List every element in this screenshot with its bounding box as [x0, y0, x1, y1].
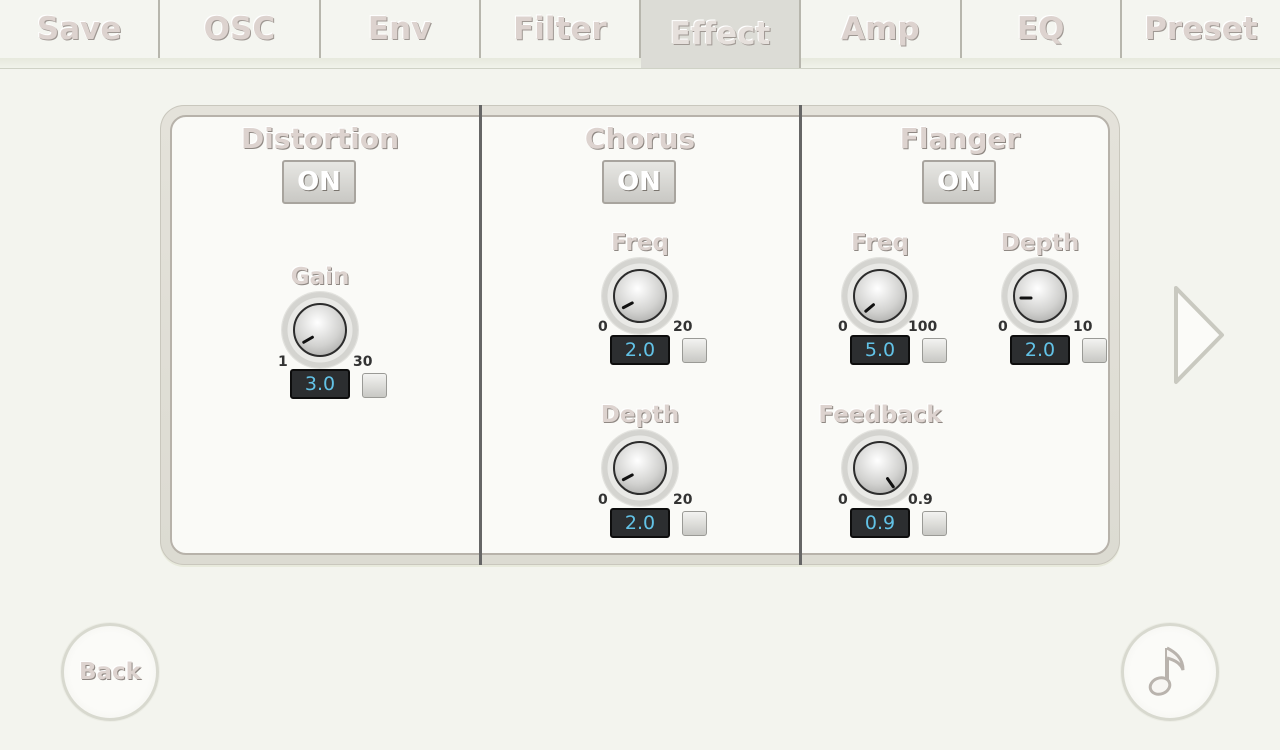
- distortion-gain-label: Gain: [290, 264, 350, 290]
- tab-amp[interactable]: Amp: [801, 0, 962, 58]
- flanger-feedback-value[interactable]: 0.9: [850, 508, 910, 538]
- chorus-depth-min: 0: [598, 492, 608, 508]
- distortion-gain-checkbox[interactable]: [362, 373, 387, 398]
- chorus-freq-knob-ring: [602, 258, 678, 334]
- music-note-icon: [1148, 646, 1185, 696]
- knob-pointer: [301, 335, 315, 345]
- flanger-title: Flanger: [899, 122, 1021, 155]
- knob-pointer: [885, 476, 896, 489]
- back-button[interactable]: Back: [61, 623, 159, 721]
- back-button-label: Back: [79, 659, 141, 685]
- flanger-freq-knob-ring: [842, 258, 918, 334]
- tab-bar: Save OSC Env Filter Effect Amp EQ Preset: [0, 0, 1280, 69]
- tab-effect[interactable]: Effect: [641, 0, 802, 68]
- flanger-freq-checkbox[interactable]: [922, 338, 947, 363]
- flanger-feedback-knob[interactable]: [853, 441, 907, 495]
- chorus-on-button[interactable]: ON: [602, 160, 676, 204]
- knob-pointer: [863, 302, 876, 314]
- chorus-depth-knob[interactable]: [613, 441, 667, 495]
- flanger-freq-value[interactable]: 5.0: [850, 335, 910, 365]
- chorus-freq-label: Freq: [611, 230, 669, 256]
- chorus-freq-value[interactable]: 2.0: [610, 335, 670, 365]
- flanger-depth-checkbox[interactable]: [1082, 338, 1107, 363]
- flanger-feedback-label: Feedback: [818, 402, 942, 428]
- chorus-depth-checkbox[interactable]: [682, 511, 707, 536]
- flanger-freq-min: 0: [838, 319, 848, 335]
- music-button[interactable]: [1121, 623, 1219, 721]
- chorus-depth-max: 20: [673, 492, 693, 508]
- distortion-gain-value[interactable]: 3.0: [290, 369, 350, 399]
- knob-pointer: [621, 300, 635, 310]
- section-divider: [479, 105, 482, 565]
- distortion-gain-knob[interactable]: [293, 303, 347, 357]
- chorus-depth-knob-ring: [602, 430, 678, 506]
- section-divider: [799, 105, 802, 565]
- chorus-depth-label: Depth: [600, 402, 680, 428]
- chorus-freq-knob[interactable]: [613, 269, 667, 323]
- flanger-depth-knob-ring: [1002, 258, 1078, 334]
- tab-save[interactable]: Save: [0, 0, 161, 58]
- tab-preset[interactable]: Preset: [1122, 0, 1280, 58]
- flanger-on-button[interactable]: ON: [922, 160, 996, 204]
- tab-osc[interactable]: OSC: [160, 0, 321, 58]
- flanger-depth-value[interactable]: 2.0: [1010, 335, 1070, 365]
- flanger-depth-label: Depth: [1000, 230, 1080, 256]
- flanger-feedback-knob-ring: [842, 430, 918, 506]
- knob-pointer: [621, 472, 635, 482]
- chorus-depth-value[interactable]: 2.0: [610, 508, 670, 538]
- tab-filter[interactable]: Filter: [481, 0, 641, 58]
- flanger-freq-max: 100: [908, 319, 938, 335]
- flanger-feedback-min: 0: [838, 492, 848, 508]
- chorus-freq-min: 0: [598, 319, 608, 335]
- distortion-gain-knob-ring: [282, 292, 358, 368]
- flanger-depth-max: 10: [1073, 319, 1093, 335]
- chorus-freq-checkbox[interactable]: [682, 338, 707, 363]
- flanger-depth-min: 0: [998, 319, 1008, 335]
- tab-env[interactable]: Env: [321, 0, 481, 58]
- distortion-gain-max: 30: [353, 354, 373, 370]
- chevron-right-icon[interactable]: [1170, 282, 1230, 392]
- distortion-on-button[interactable]: ON: [282, 160, 356, 204]
- chorus-title: Chorus: [584, 122, 696, 155]
- tab-eq[interactable]: EQ: [962, 0, 1122, 58]
- chorus-freq-max: 20: [673, 319, 693, 335]
- flanger-feedback-checkbox[interactable]: [922, 511, 947, 536]
- flanger-freq-label: Freq: [851, 230, 909, 256]
- flanger-freq-knob[interactable]: [853, 269, 907, 323]
- knob-pointer: [1019, 296, 1033, 300]
- flanger-depth-knob[interactable]: [1013, 269, 1067, 323]
- flanger-feedback-max: 0.9: [908, 492, 933, 508]
- distortion-gain-min: 1: [278, 354, 288, 370]
- distortion-title: Distortion: [240, 122, 400, 155]
